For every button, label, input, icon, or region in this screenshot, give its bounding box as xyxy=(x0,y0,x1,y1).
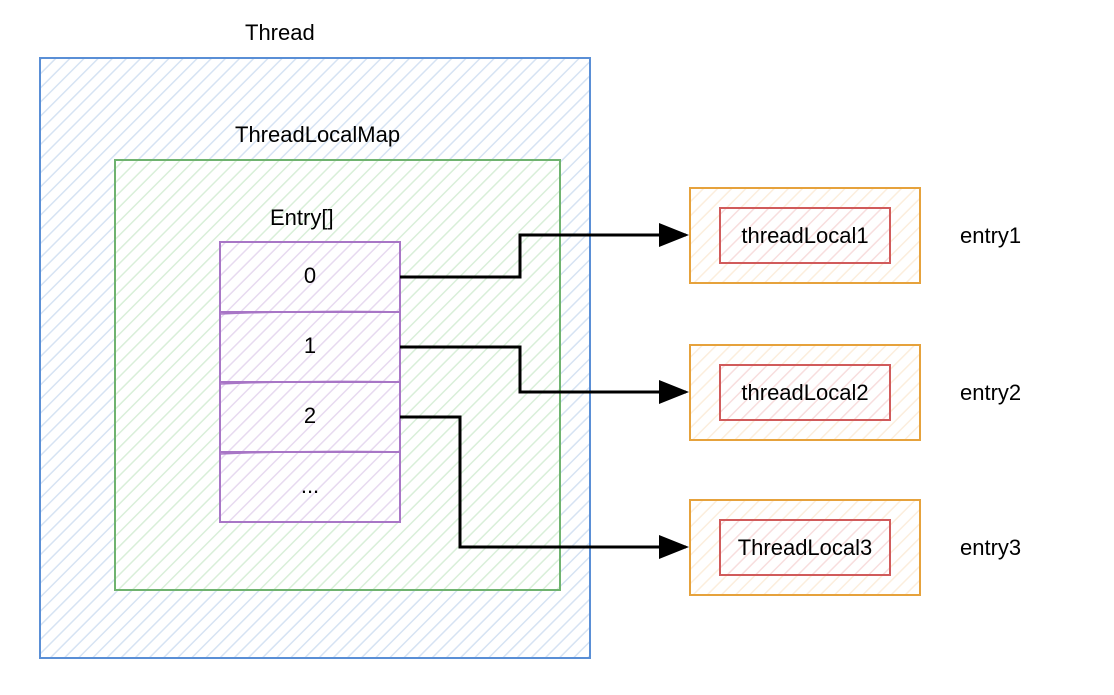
entry3-inner-label: ThreadLocal3 xyxy=(725,535,885,561)
map-title: ThreadLocalMap xyxy=(235,122,400,148)
thread-title: Thread xyxy=(245,20,315,46)
entry2-right-label: entry2 xyxy=(960,380,1021,406)
cell-2-label: 2 xyxy=(220,403,400,429)
cell-more-label: ... xyxy=(220,473,400,499)
entry1-inner-label: threadLocal1 xyxy=(725,223,885,249)
entry-array-title: Entry[] xyxy=(270,205,334,231)
cell-0-label: 0 xyxy=(220,263,400,289)
entry2-inner-label: threadLocal2 xyxy=(725,380,885,406)
cell-1-label: 1 xyxy=(220,333,400,359)
diagram-svg xyxy=(0,0,1114,695)
entry1-right-label: entry1 xyxy=(960,223,1021,249)
entry3-right-label: entry3 xyxy=(960,535,1021,561)
